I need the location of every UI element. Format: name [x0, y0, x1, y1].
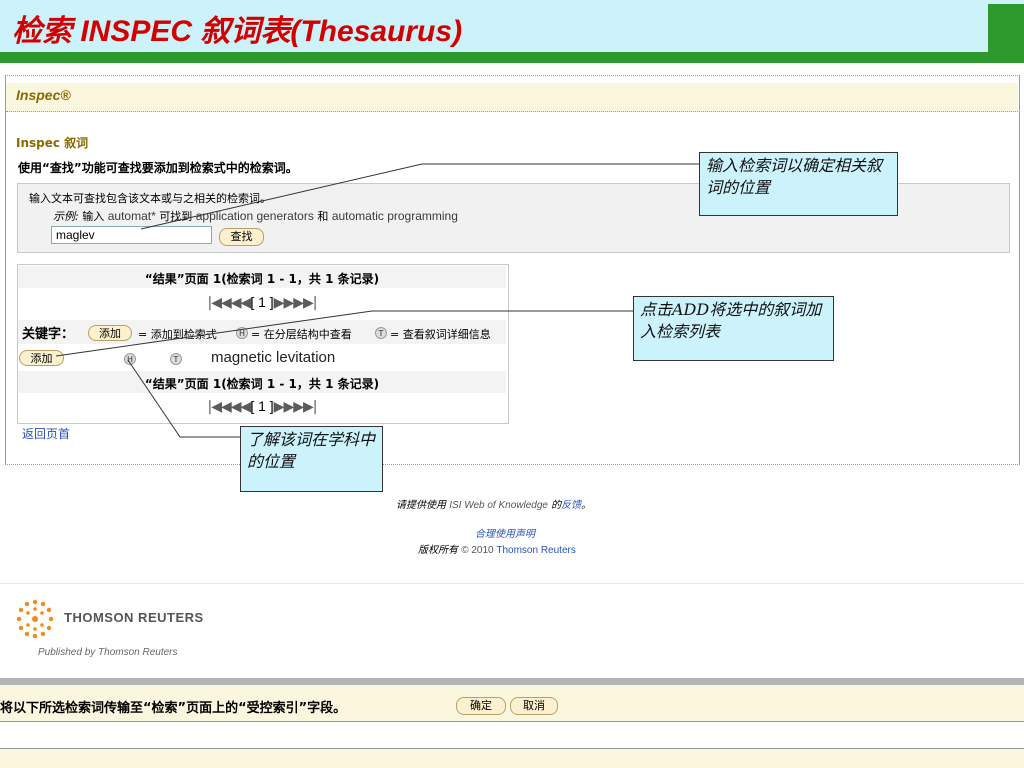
callout-add-term: 点击ADD将选中的叙词加入检索列表: [633, 296, 834, 361]
callout-hierarchy: 了解该词在学科中的位置: [240, 426, 383, 492]
callout-search-term: 输入检索词以确定相关叙词的位置: [699, 152, 898, 216]
callout-leader-lines: [55, 163, 699, 438]
